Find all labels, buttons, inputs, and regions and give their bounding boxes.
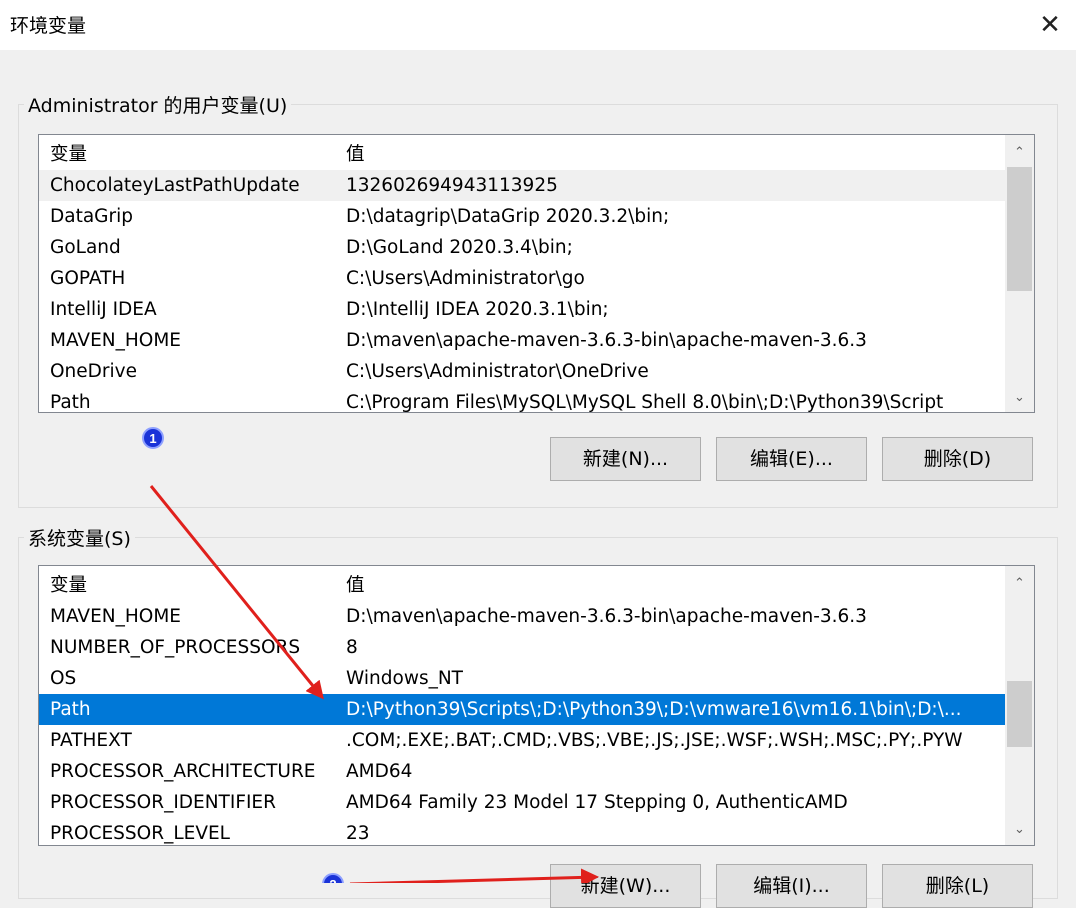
column-header-value[interactable]: 值 xyxy=(346,139,996,170)
user-new-button[interactable]: 新建(N)... xyxy=(550,437,701,481)
table-row[interactable]: ChocolateyLastPathUpdate 1326026949431139… xyxy=(39,170,1005,201)
table-row[interactable]: PROCESSOR_IDENTIFIER AMD64 Family 23 Mode… xyxy=(39,787,1005,818)
table-row[interactable]: PROCESSOR_LEVEL 23 xyxy=(39,818,1005,845)
variable-name: MAVEN_HOME xyxy=(50,330,181,351)
variable-name: GOPATH xyxy=(50,268,126,289)
variable-value: C:\Program Files\MySQL\MySQL Shell 8.0\b… xyxy=(346,392,944,413)
table-row[interactable]: OS Windows_NT xyxy=(39,663,1005,694)
user-vars-legend: Administrator 的用户变量(U) xyxy=(24,91,292,118)
variable-name: PROCESSOR_ARCHITECTURE xyxy=(50,761,316,782)
variable-value: C:\Users\Administrator\OneDrive xyxy=(346,361,649,382)
system-delete-button[interactable]: 删除(L) xyxy=(882,864,1033,908)
table-row[interactable]: OneDrive C:\Users\Administrator\OneDrive xyxy=(39,356,1005,387)
variable-value: Windows_NT xyxy=(346,668,463,689)
variable-name: PROCESSOR_LEVEL xyxy=(50,823,230,844)
variable-name: OneDrive xyxy=(50,361,137,382)
table-row[interactable]: PROCESSOR_ARCHITECTURE AMD64 xyxy=(39,756,1005,787)
variable-value: D:\datagrip\DataGrip 2020.3.2\bin; xyxy=(346,206,670,227)
variable-value: 132602694943113925 xyxy=(346,175,558,196)
table-row[interactable]: MAVEN_HOME D:\maven\apache-maven-3.6.3-bi… xyxy=(39,601,1005,632)
variable-name: Path xyxy=(50,392,91,413)
column-header-name[interactable]: 变量 xyxy=(50,570,330,601)
system-edit-button[interactable]: 编辑(I)... xyxy=(716,864,867,908)
variable-name: Path xyxy=(50,699,91,720)
variable-value: D:\IntelliJ IDEA 2020.3.1\bin; xyxy=(346,299,609,320)
system-vars-header: 变量 值 xyxy=(39,570,1005,601)
variable-value: .COM;.EXE;.BAT;.CMD;.VBS;.VBE;.JS;.JSE;.… xyxy=(346,730,963,751)
variable-value: D:\maven\apache-maven-3.6.3-bin\apache-m… xyxy=(346,606,867,627)
system-vars-list[interactable]: 变量 值 MAVEN_HOME D:\maven\apache-maven-3.6… xyxy=(38,565,1035,846)
variable-name: NUMBER_OF_PROCESSORS xyxy=(50,637,301,658)
table-row[interactable]: IntelliJ IDEA D:\IntelliJ IDEA 2020.3.1\b… xyxy=(39,294,1005,325)
variable-value: 23 xyxy=(346,823,370,844)
table-row[interactable]: DataGrip D:\datagrip\DataGrip 2020.3.2\bi… xyxy=(39,201,1005,232)
scroll-thumb[interactable] xyxy=(1007,680,1032,747)
system-new-button[interactable]: 新建(W)... xyxy=(550,864,701,908)
variable-value: D:\GoLand 2020.3.4\bin; xyxy=(346,237,573,258)
variable-name: MAVEN_HOME xyxy=(50,606,181,627)
variable-value: AMD64 Family 23 Model 17 Stepping 0, Aut… xyxy=(346,792,848,813)
scroll-down-icon[interactable]: ⌄ xyxy=(1005,815,1034,844)
scroll-up-icon[interactable]: ⌃ xyxy=(1005,569,1034,598)
system-vars-scrollbar[interactable]: ⌃ ⌄ xyxy=(1005,566,1034,845)
title-bar: 环境变量 ✕ xyxy=(0,0,1076,50)
table-row[interactable]: GoLand D:\GoLand 2020.3.4\bin; xyxy=(39,232,1005,263)
dialog-title: 环境变量 xyxy=(10,15,87,37)
variable-name: IntelliJ IDEA xyxy=(50,299,157,320)
scroll-down-icon[interactable]: ⌄ xyxy=(1005,383,1034,412)
scroll-up-icon[interactable]: ⌃ xyxy=(1005,138,1034,167)
table-row[interactable]: MAVEN_HOME D:\maven\apache-maven-3.6.3-bi… xyxy=(39,325,1005,356)
close-icon[interactable]: ✕ xyxy=(1030,5,1070,45)
variable-name: ChocolateyLastPathUpdate xyxy=(50,175,300,196)
column-header-name[interactable]: 变量 xyxy=(50,139,330,170)
variable-name: GoLand xyxy=(50,237,121,258)
table-row[interactable]: PATHEXT .COM;.EXE;.BAT;.CMD;.VBS;.VBE;.JS… xyxy=(39,725,1005,756)
user-vars-list[interactable]: 变量 值 ChocolateyLastPathUpdate 13260269494… xyxy=(38,134,1035,413)
variable-value: 8 xyxy=(346,637,358,658)
column-header-value[interactable]: 值 xyxy=(346,570,996,601)
user-vars-header: 变量 值 xyxy=(39,139,1005,170)
user-vars-scrollbar[interactable]: ⌃ ⌄ xyxy=(1005,135,1034,412)
variable-name: OS xyxy=(50,668,77,689)
table-row[interactable]: Path C:\Program Files\MySQL\MySQL Shell 8… xyxy=(39,387,1005,413)
variable-name: DataGrip xyxy=(50,206,133,227)
variable-value: D:\maven\apache-maven-3.6.3-bin\apache-m… xyxy=(346,330,867,351)
user-delete-button[interactable]: 删除(D) xyxy=(882,437,1033,481)
variable-value: AMD64 xyxy=(346,761,413,782)
variable-value: D:\Python39\Scripts\;D:\Python39\;D:\vmw… xyxy=(346,699,962,720)
system-vars-legend: 系统变量(S) xyxy=(24,524,135,551)
user-edit-button[interactable]: 编辑(E)... xyxy=(716,437,867,481)
scroll-thumb[interactable] xyxy=(1007,167,1032,291)
variable-name: PATHEXT xyxy=(50,730,132,751)
variable-name: PROCESSOR_IDENTIFIER xyxy=(50,792,276,813)
variable-value: C:\Users\Administrator\go xyxy=(346,268,585,289)
table-row[interactable]: NUMBER_OF_PROCESSORS 8 xyxy=(39,632,1005,663)
table-row[interactable]: GOPATH C:\Users\Administrator\go xyxy=(39,263,1005,294)
table-row[interactable]: Path D:\Python39\Scripts\;D:\Python39\;D:… xyxy=(39,694,1005,725)
